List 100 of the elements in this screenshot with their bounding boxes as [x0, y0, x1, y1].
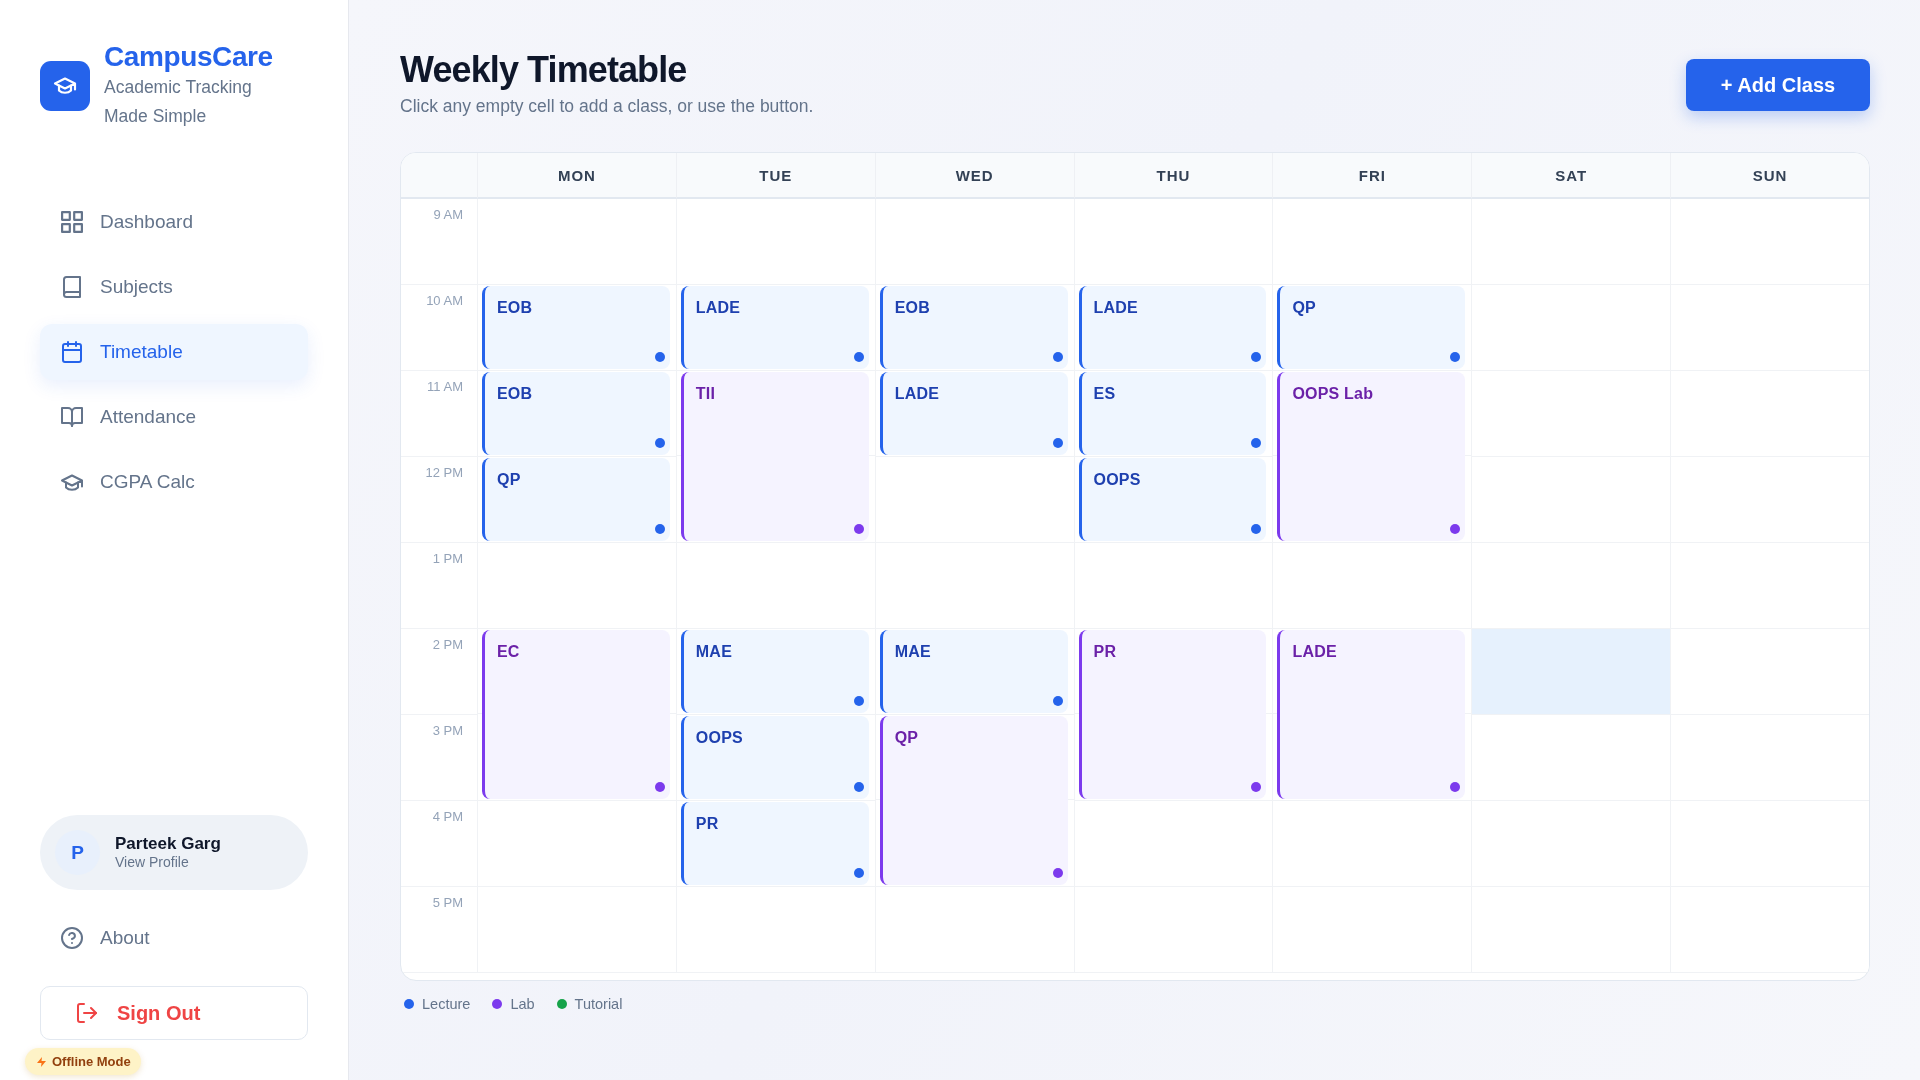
class-block[interactable]: LADE	[680, 286, 869, 369]
page-title: Weekly Timetable	[400, 48, 688, 92]
legend-label: Lab	[510, 996, 535, 1012]
timetable-cell[interactable]	[1670, 629, 1869, 715]
dot-icon	[1251, 524, 1262, 534]
day-header: FRI	[1358, 166, 1386, 184]
class-block[interactable]: TII	[680, 372, 869, 541]
add-class-button[interactable]: + Add Class	[1686, 59, 1870, 111]
time-label: 12 PM	[425, 465, 463, 480]
help-icon	[61, 927, 83, 949]
class-block[interactable]: EOB	[482, 372, 670, 455]
dot-icon	[1052, 438, 1063, 448]
dot-icon	[1052, 696, 1063, 706]
logo-icon	[40, 61, 90, 111]
timetable-cell[interactable]	[1670, 457, 1869, 543]
class-block[interactable]: MAE	[879, 630, 1068, 713]
timetable-cell[interactable]	[1471, 715, 1671, 801]
time-label: 5 PM	[432, 895, 463, 910]
class-block[interactable]: MAE	[680, 630, 869, 713]
timetable-cell[interactable]	[1471, 629, 1671, 715]
time-label: 9 AM	[433, 207, 463, 222]
timetable-cell[interactable]	[477, 199, 676, 285]
time-label: 11 AM	[427, 379, 463, 394]
time-label: 1 PM	[432, 551, 463, 566]
dot-icon	[1450, 782, 1461, 792]
dot-icon	[654, 438, 665, 448]
nav-item[interactable]: Dashboard	[40, 194, 308, 250]
day-header: WED	[955, 166, 994, 184]
profile-link[interactable]: View Profile	[115, 854, 221, 871]
logout-icon	[77, 1003, 97, 1023]
open-book-icon	[61, 406, 83, 428]
timetable-cell[interactable]	[1670, 285, 1869, 371]
class-block[interactable]: PR	[1078, 630, 1267, 799]
book-icon	[61, 276, 83, 298]
grid-icon	[61, 211, 83, 233]
timetable-cell[interactable]	[1272, 199, 1472, 285]
time-label: 2 PM	[432, 637, 463, 652]
class-block[interactable]: ES	[1078, 372, 1267, 455]
timetable-cell[interactable]	[1670, 715, 1869, 801]
timetable-cell[interactable]	[1670, 543, 1869, 629]
dot-icon	[1450, 524, 1461, 534]
dot-icon	[654, 782, 665, 792]
timetable-cell[interactable]	[1073, 543, 1273, 629]
timetable-cell[interactable]	[1272, 543, 1472, 629]
timetable-cell[interactable]	[1471, 543, 1671, 629]
profile-card[interactable]: P Parteek Garg View Profile	[40, 815, 308, 890]
timetable-cell[interactable]	[1471, 199, 1671, 285]
class-block[interactable]: LADE	[879, 372, 1068, 455]
class-block[interactable]: QP	[879, 716, 1068, 885]
day-header: TUE	[759, 166, 793, 184]
dot-icon	[1251, 352, 1262, 362]
timetable-cell[interactable]	[675, 199, 875, 285]
about-link[interactable]: About	[40, 910, 308, 966]
calendar-icon	[61, 341, 83, 363]
dot-icon	[654, 352, 665, 362]
avatar: P	[55, 830, 100, 875]
class-block[interactable]: OOPS Lab	[1277, 372, 1466, 541]
dot-icon	[853, 696, 864, 706]
dot-icon	[853, 352, 864, 362]
dot-icon	[1052, 352, 1063, 362]
time-label: 3 PM	[432, 723, 463, 738]
dot-icon	[853, 782, 864, 792]
profile-name: Parteek Garg	[115, 834, 221, 854]
dot-icon	[1251, 438, 1262, 448]
class-block[interactable]: QP	[482, 458, 670, 541]
legend-label: Tutorial	[574, 996, 623, 1012]
class-block[interactable]: LADE	[1078, 286, 1267, 369]
time-label: 10 AM	[426, 293, 463, 308]
class-block[interactable]: LADE	[1277, 630, 1466, 799]
nav-item[interactable]: Attendance	[40, 389, 308, 445]
class-block[interactable]: OOPS	[1078, 458, 1267, 541]
timetable-cell[interactable]	[1670, 199, 1869, 285]
day-header: THU	[1156, 166, 1191, 184]
timetable-cell[interactable]	[874, 199, 1074, 285]
dot-icon	[853, 524, 864, 534]
class-block[interactable]: PR	[680, 802, 869, 885]
nav-item[interactable]: CGPA Calc	[40, 454, 308, 510]
timetable-cell[interactable]	[1073, 199, 1273, 285]
class-block[interactable]: OOPS	[680, 716, 869, 799]
dot-icon	[853, 868, 864, 878]
timetable-cell[interactable]	[1670, 371, 1869, 457]
class-block[interactable]: QP	[1277, 286, 1466, 369]
class-block[interactable]: EOB	[482, 286, 670, 369]
class-block[interactable]: EC	[482, 630, 670, 799]
timetable-cell[interactable]	[874, 543, 1074, 629]
nav-item[interactable]: Subjects	[40, 259, 308, 315]
badge-label: Offline Mode	[52, 1054, 131, 1069]
brand-tagline: Academic Tracking Made Simple	[104, 76, 253, 128]
day-header: SUN	[1752, 166, 1788, 184]
day-header: MON	[557, 166, 596, 184]
day-header: SAT	[1555, 166, 1588, 184]
dot-icon	[654, 524, 665, 534]
nav-item[interactable]: Timetable	[40, 324, 308, 380]
timetable-cell[interactable]	[1670, 801, 1869, 887]
timetable-cell[interactable]	[1670, 887, 1869, 973]
timetable-cell[interactable]	[675, 543, 875, 629]
class-block[interactable]: EOB	[879, 286, 1068, 369]
timetable-cell[interactable]	[477, 543, 676, 629]
sign-out-button[interactable]: Sign Out	[40, 986, 308, 1040]
page-subtitle: Click any empty cell to add a class, or use the button.	[400, 95, 814, 117]
